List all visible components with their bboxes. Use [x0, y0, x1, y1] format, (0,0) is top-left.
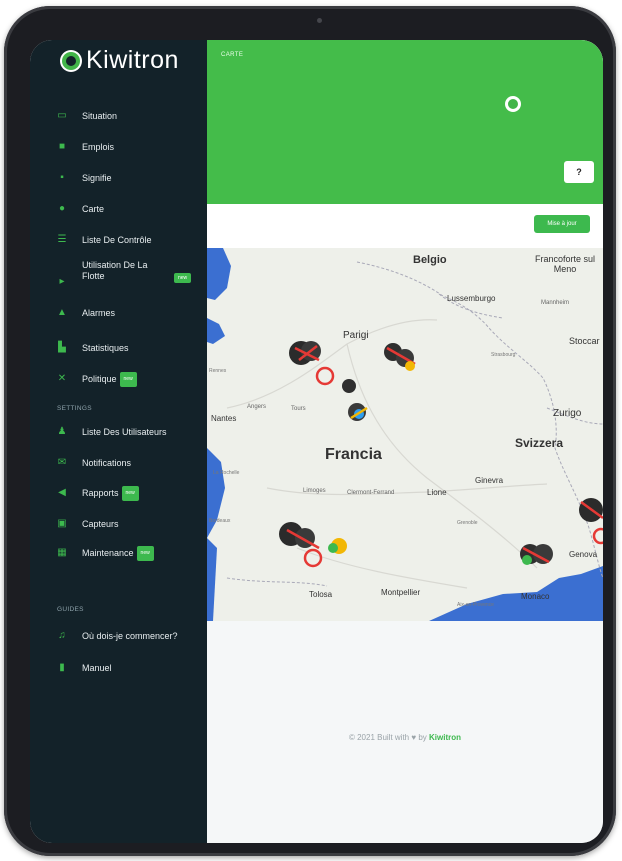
screen: Kiwitron ▭ Situation ■ Emplois ▪ Signifi… [30, 40, 603, 843]
map-toolbar: Mise à jour [207, 204, 603, 248]
map-pin-icon: ● [58, 203, 66, 214]
fleet-icon: ▸ [59, 276, 65, 287]
map-label: Parigi [343, 330, 369, 341]
sidebar-item-label: Notifications [82, 457, 132, 468]
map-label: Monaco [521, 592, 550, 601]
tablet-frame: Kiwitron ▭ Situation ■ Emplois ▪ Signifi… [4, 6, 616, 856]
sidebar-item-label: Maintenance new [82, 545, 154, 561]
chart-icon: ▙ [58, 342, 66, 353]
music-icon: ♫ [58, 630, 66, 641]
map-label: Svizzera [515, 436, 564, 450]
map-label: Stoccar [569, 336, 600, 346]
new-badge: new [121, 485, 139, 501]
map-label: Genova [569, 550, 598, 559]
users-icon: ♟ [57, 426, 67, 437]
bell-icon: ▲ [57, 307, 67, 318]
map-label: Rennes [209, 368, 227, 374]
new-badge: new [119, 371, 137, 387]
sidebar-item-label: Capteurs [82, 518, 119, 529]
checklist-icon: ☰ [57, 234, 67, 245]
map-label: Clermont-Ferrand [347, 490, 395, 496]
footer: © 2021 Built with ♥ by Kiwitron [207, 733, 603, 742]
map-label: Zurigo [553, 408, 582, 419]
megaphone-icon: ◀ [58, 487, 66, 498]
sidebar-item-label: Manuel [82, 662, 112, 673]
briefcase-icon: ■ [58, 141, 66, 152]
map-label: Belgio [413, 254, 447, 266]
map-label: Strasbourg [491, 352, 516, 358]
calendar-icon: ▦ [57, 547, 67, 558]
map-label: La Rochelle [213, 470, 240, 476]
help-button[interactable]: ? [564, 161, 594, 183]
sidebar-item-label: Alarmes [82, 307, 116, 318]
sidebar-item-label: Emplois [82, 141, 115, 152]
breadcrumb[interactable]: CARTE [221, 52, 243, 58]
sidebar-item-label: Utilisation De La Flotte [82, 260, 148, 281]
sidebar-item-label: Situation [82, 110, 118, 121]
envelope-icon: ✉ [57, 457, 67, 468]
map[interactable]: Belgio Francoforte sul Meno Lussemburgo … [207, 248, 603, 621]
settings-section-title: SETTINGS [57, 405, 92, 412]
sidebar-item-label: Signifie [82, 172, 112, 183]
sidebar-item-label: Politique new [82, 371, 137, 387]
map-label: Angers [247, 404, 267, 410]
update-button[interactable]: Mise à jour [534, 215, 590, 233]
map-label: Tours [291, 406, 306, 412]
map-label: Francoforte sul Meno [534, 254, 596, 274]
map-label: Tolosa [309, 590, 333, 599]
sidebar-item-label: Carte [82, 203, 105, 214]
sidebar-item-label: Rapports new [82, 485, 139, 501]
monitor-icon: ▭ [57, 110, 67, 121]
map-label: Montpellier [381, 588, 421, 597]
footer-brand-link[interactable]: Kiwitron [429, 733, 461, 742]
map-label: Bordeaux [209, 518, 231, 524]
main-content: CARTE ? Mise à jour Belgio Francoforte s… [207, 40, 603, 843]
sidebar-item-label: Liste Des Utilisateurs [82, 426, 167, 437]
sidebar-item-label: Liste De Contrôle [82, 234, 152, 245]
sidebar-item-label: Où dois-je commencer? [82, 630, 178, 641]
camera-dot [317, 18, 322, 23]
footer-text: © 2021 Built with ♥ by [348, 733, 427, 742]
vehicle-icon: ▪ [60, 172, 64, 183]
avatar[interactable] [505, 96, 521, 112]
wrench-icon: ✕ [57, 373, 67, 384]
map-label: Nantes [211, 414, 237, 423]
new-badge: new [174, 273, 192, 283]
map-label: Lussemburgo [447, 294, 496, 303]
logo[interactable]: Kiwitron [60, 46, 179, 75]
map-label: Limoges [303, 488, 326, 494]
new-badge: new [136, 545, 154, 561]
map-label: Ginevra [475, 476, 504, 485]
book-icon: ▮ [59, 662, 65, 673]
header-banner: CARTE ? [207, 40, 603, 204]
kiwi-logo-icon [60, 49, 82, 72]
sidebar: Kiwitron ▭ Situation ■ Emplois ▪ Signifi… [30, 40, 207, 843]
sidebar-item-label: Statistiques [82, 342, 129, 353]
map-label: Grenoble [457, 520, 478, 526]
map-label: Lione [427, 488, 447, 497]
guides-section-title: GUIDES [57, 606, 84, 613]
map-label: Aix-en-Provence [457, 602, 494, 608]
map-label: Francia [325, 446, 382, 463]
sensor-icon: ▣ [57, 518, 67, 529]
map-label: Mannheim [541, 300, 570, 306]
app-name: Kiwitron [86, 46, 179, 74]
